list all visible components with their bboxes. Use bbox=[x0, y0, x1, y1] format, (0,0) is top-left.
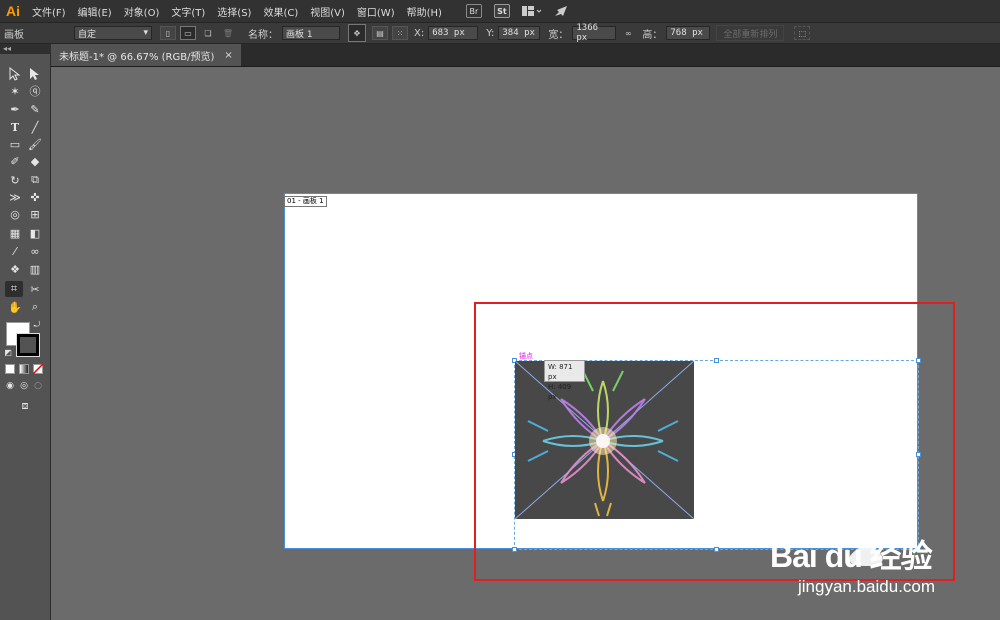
menu-select[interactable]: 选择(S) bbox=[211, 4, 257, 19]
control-bar: 画板 自定 ▾ ▯ ▭ ❏ 🗑 名称： 画板 1 ✥ ▤ ⁙ X: 683 px… bbox=[0, 23, 1000, 44]
swap-colors-icon[interactable]: ⤾ bbox=[32, 320, 42, 330]
document-tab[interactable]: 未标题-1* @ 66.67% (RGB/预览) × bbox=[51, 44, 241, 66]
menu-type[interactable]: 文字(T) bbox=[165, 4, 211, 19]
watermark-brand: Bai du 经验 bbox=[770, 538, 933, 574]
draw-behind-icon[interactable]: ◎ bbox=[18, 380, 30, 392]
magic-wand-tool-icon[interactable]: ✶ bbox=[6, 83, 24, 99]
color-mode-icon[interactable] bbox=[4, 363, 16, 375]
curvature-tool-icon[interactable]: ✎ bbox=[26, 101, 44, 117]
preset-select[interactable]: 自定 ▾ bbox=[74, 26, 152, 40]
eyedropper-tool-icon[interactable]: ⁄ bbox=[6, 243, 24, 259]
reference-point-icon[interactable]: ⁙ bbox=[392, 26, 408, 40]
toolbar-collapse[interactable]: ◂◂ bbox=[0, 44, 51, 54]
toolbar: ✶ ⓠ ✒ ✎ T ╱ ▭ 🖌 ✐ ◆ ↻ ⧉ ≫ ✜ ◎ ⊞ ▦ ◧ ⁄ ∞ … bbox=[0, 54, 51, 620]
default-colors-icon[interactable]: ◩ bbox=[3, 347, 13, 357]
document-tab-bar: 未标题-1* @ 66.67% (RGB/预览) × bbox=[51, 44, 1000, 67]
menu-window[interactable]: 窗口(W) bbox=[351, 4, 401, 19]
landscape-icon[interactable]: ▭ bbox=[180, 26, 196, 40]
type-tool-icon[interactable]: T bbox=[6, 119, 24, 135]
watermark-url: jingyan.baidu.com bbox=[798, 577, 936, 596]
line-tool-icon[interactable]: ╱ bbox=[26, 119, 44, 135]
symbol-sprayer-tool-icon[interactable]: ❖ bbox=[6, 261, 24, 277]
paintbrush-tool-icon[interactable]: 🖌 bbox=[26, 136, 44, 152]
draw-inside-icon[interactable]: ○ bbox=[32, 380, 44, 392]
new-artboard-icon[interactable]: ❏ bbox=[200, 26, 216, 40]
artboard-tool-icon[interactable]: ⌗ bbox=[5, 281, 23, 297]
close-icon[interactable]: × bbox=[224, 50, 232, 61]
pen-tool-icon[interactable]: ✒ bbox=[6, 101, 24, 117]
y-field[interactable]: 384 px bbox=[498, 26, 541, 40]
artboard-panel-icon[interactable]: ⬚ bbox=[794, 26, 811, 40]
blend-tool-icon[interactable]: ∞ bbox=[26, 243, 44, 259]
menu-object[interactable]: 对象(O) bbox=[118, 4, 166, 19]
draw-normal-icon[interactable]: ◉ bbox=[4, 380, 16, 392]
menu-effect[interactable]: 效果(C) bbox=[257, 4, 304, 19]
menu-help[interactable]: 帮助(H) bbox=[401, 4, 448, 19]
gradient-mode-icon[interactable] bbox=[18, 363, 30, 375]
menu-file[interactable]: 文件(F) bbox=[26, 4, 72, 19]
preset-value: 自定 bbox=[78, 29, 97, 40]
menu-view[interactable]: 视图(V) bbox=[304, 4, 351, 19]
document-tab-title: 未标题-1* @ 66.67% (RGB/预览) bbox=[59, 51, 215, 63]
shaper-tool-icon[interactable]: ✐ bbox=[6, 153, 24, 169]
portrait-icon[interactable]: ▯ bbox=[160, 26, 176, 40]
w-label: 宽： bbox=[548, 29, 569, 41]
perspective-grid-tool-icon[interactable]: ⊞ bbox=[26, 206, 44, 222]
scale-tool-icon[interactable]: ⧉ bbox=[26, 172, 44, 188]
link-icon[interactable]: ∞ bbox=[620, 26, 636, 40]
h-field[interactable]: 768 px bbox=[666, 26, 711, 40]
lasso-tool-icon[interactable]: ⓠ bbox=[26, 83, 44, 99]
artboard-label[interactable]: 01 - 画板 1 bbox=[284, 196, 327, 207]
y-label: Y: bbox=[486, 27, 495, 39]
selection-tool-icon[interactable] bbox=[6, 66, 24, 82]
rearrange-all-button[interactable]: 全部重新排列 bbox=[716, 25, 785, 41]
bridge-icon[interactable]: Br bbox=[465, 4, 482, 18]
screen-mode-icon[interactable]: ⧈ bbox=[16, 398, 34, 414]
x-label: X: bbox=[414, 27, 425, 39]
zoom-tool-icon[interactable]: ⌕ bbox=[26, 299, 44, 315]
shape-builder-tool-icon[interactable]: ◎ bbox=[6, 206, 24, 222]
mesh-tool-icon[interactable]: ▦ bbox=[6, 225, 24, 241]
menu-bar: Ai 文件(F) 编辑(E) 对象(O) 文字(T) 选择(S) 效果(C) 视… bbox=[0, 0, 1000, 23]
hand-tool-icon[interactable]: ✋ bbox=[6, 299, 24, 315]
name-label: 名称： bbox=[248, 29, 278, 41]
chevron-down-icon: ▾ bbox=[143, 28, 148, 38]
workspace-icon[interactable] bbox=[521, 5, 542, 17]
stroke-swatch[interactable] bbox=[16, 333, 40, 357]
h-label: 高： bbox=[642, 29, 663, 41]
delete-artboard-icon[interactable]: 🗑 bbox=[220, 26, 236, 40]
slice-tool-icon[interactable]: ✂ bbox=[26, 281, 44, 297]
x-field[interactable]: 683 px bbox=[428, 26, 479, 40]
none-mode-icon[interactable] bbox=[32, 363, 44, 375]
gradient-tool-icon[interactable]: ◧ bbox=[26, 225, 44, 241]
menu-edit[interactable]: 编辑(E) bbox=[72, 4, 118, 19]
stock-icon[interactable]: St bbox=[493, 4, 510, 18]
puppet-warp-tool-icon[interactable]: ✜ bbox=[26, 189, 44, 205]
width-tool-icon[interactable]: ≫ bbox=[6, 189, 24, 205]
app-logo: Ai bbox=[6, 3, 20, 19]
direct-selection-tool-icon[interactable] bbox=[26, 66, 44, 82]
rectangle-tool-icon[interactable]: ▭ bbox=[6, 136, 24, 152]
name-field[interactable]: 画板 1 bbox=[282, 26, 340, 40]
w-field[interactable]: 1366 px bbox=[572, 23, 617, 43]
column-graph-tool-icon[interactable]: ▥ bbox=[26, 261, 44, 277]
panel-label: 画板 bbox=[4, 29, 24, 41]
rocket-icon[interactable] bbox=[554, 5, 568, 17]
artboard-options-icon[interactable]: ▤ bbox=[372, 26, 388, 40]
eraser-tool-icon[interactable]: ◆ bbox=[26, 153, 44, 169]
move-artwork-icon[interactable]: ✥ bbox=[348, 24, 366, 42]
rotate-tool-icon[interactable]: ↻ bbox=[6, 172, 24, 188]
